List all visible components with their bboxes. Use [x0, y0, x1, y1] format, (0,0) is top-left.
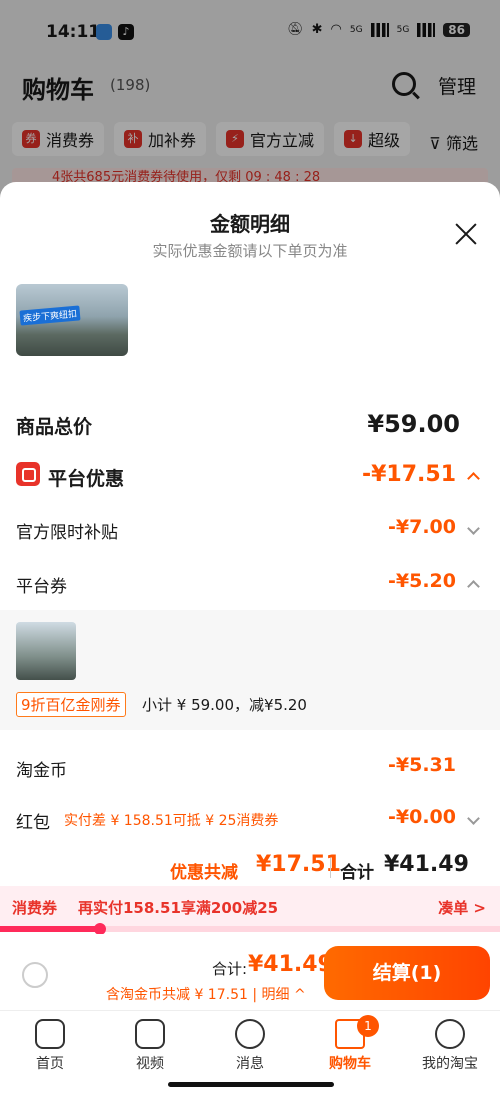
platform-coupon-value: -¥5.20: [388, 570, 456, 592]
summary-label: 优惠共减: [170, 863, 238, 883]
official-subsidy-value: -¥7.00: [388, 516, 456, 538]
tab-messages[interactable]: 消息: [200, 1019, 300, 1073]
add-items-link[interactable]: 凑单 >: [438, 897, 486, 918]
promo-progress-bar: [0, 923, 500, 935]
summary-total-label: 合计: [340, 863, 374, 883]
platform-discount-value: -¥17.51: [361, 462, 456, 487]
official-subsidy-label: 官方限时补贴: [16, 523, 118, 543]
home-icon: [35, 1019, 65, 1049]
chevron-down-icon: [467, 522, 480, 535]
total-price-row: 商品总价 ¥59.00: [16, 406, 484, 442]
hongbao-note: 实付差 ¥ 158.51可抵 ¥ 25消费券: [64, 813, 279, 829]
checkout-bar: 合计: ¥41.49 含淘金币共减 ¥ 17.51 | 明细 ^ 结算(1): [0, 934, 500, 1010]
checkout-detail-toggle[interactable]: 含淘金币共减 ¥ 17.51 | 明细 ^: [106, 984, 306, 1004]
chevron-up-icon: [467, 580, 480, 593]
checkout-button[interactable]: 结算(1): [324, 946, 490, 1000]
taojinbi-value: -¥5.31: [388, 754, 456, 776]
product-image-tag: 疾步下爽纽扣: [19, 305, 81, 326]
coupon-product-thumbnail[interactable]: [16, 622, 76, 680]
coupon-subtotal: 小计 ¥ 59.00，减¥5.20: [142, 696, 307, 714]
platform-coupon-row[interactable]: 平台券 -¥5.20: [16, 566, 484, 602]
checkout-total-label: 合计:: [212, 960, 248, 978]
platform-coupon-label: 平台券: [16, 577, 67, 597]
total-price-label: 商品总价: [16, 416, 93, 438]
platform-discount-label: 平台优惠: [48, 468, 125, 490]
promo-tag: 消费券: [12, 899, 58, 917]
product-thumbnail[interactable]: 疾步下爽纽扣: [16, 284, 128, 356]
sheet-subtitle: 实际优惠金额请以下单页为准: [152, 242, 348, 260]
message-icon: [235, 1019, 265, 1049]
chevron-down-icon: [467, 812, 480, 825]
hongbao-label: 红包: [16, 813, 50, 833]
cart-icon: 1: [335, 1015, 379, 1049]
hongbao-row[interactable]: 红包 实付差 ¥ 158.51可抵 ¥ 25消费券 -¥0.00: [16, 802, 484, 838]
promo-text: 再实付158.51享满200减25: [78, 899, 279, 917]
divider: [330, 858, 331, 878]
hongbao-value: -¥0.00: [388, 806, 456, 828]
chevron-up-icon: [467, 472, 480, 485]
coupon-detail-block: 9折百亿金刚券 小计 ¥ 59.00，减¥5.20: [0, 610, 500, 730]
platform-icon: [16, 462, 40, 486]
summary-amount: ¥17.51: [256, 852, 341, 877]
tab-video[interactable]: 视频: [100, 1019, 200, 1073]
progress-fill: [0, 926, 100, 932]
consumer-coupon-promo[interactable]: 消费券 再实付158.51享满200减25 凑单 >: [0, 886, 500, 928]
discount-summary: 优惠共减 ¥17.51 合计 ¥41.49: [170, 852, 490, 883]
sheet-title: 金额明细: [210, 212, 290, 236]
platform-discount-row[interactable]: 平台优惠 -¥17.51: [16, 458, 484, 494]
total-price-value: ¥59.00: [367, 410, 460, 438]
profile-icon: [435, 1019, 465, 1049]
tab-home[interactable]: 首页: [0, 1019, 100, 1073]
tab-my-taobao[interactable]: 我的淘宝: [400, 1019, 500, 1073]
taojinbi-label: 淘金币: [16, 761, 67, 781]
official-subsidy-row[interactable]: 官方限时补贴 -¥7.00: [16, 512, 484, 548]
summary-total: ¥41.49: [384, 852, 469, 877]
home-indicator: [168, 1082, 334, 1087]
checkout-total: ¥41.49: [248, 952, 333, 977]
select-all-radio[interactable]: [22, 962, 48, 988]
taojinbi-row: 淘金币 -¥5.31: [16, 750, 484, 786]
close-icon[interactable]: [452, 220, 480, 248]
tab-cart[interactable]: 1 购物车: [300, 1015, 400, 1073]
video-icon: [135, 1019, 165, 1049]
coupon-tag: 9折百亿金刚券: [16, 692, 126, 717]
cart-badge: 1: [357, 1015, 379, 1037]
